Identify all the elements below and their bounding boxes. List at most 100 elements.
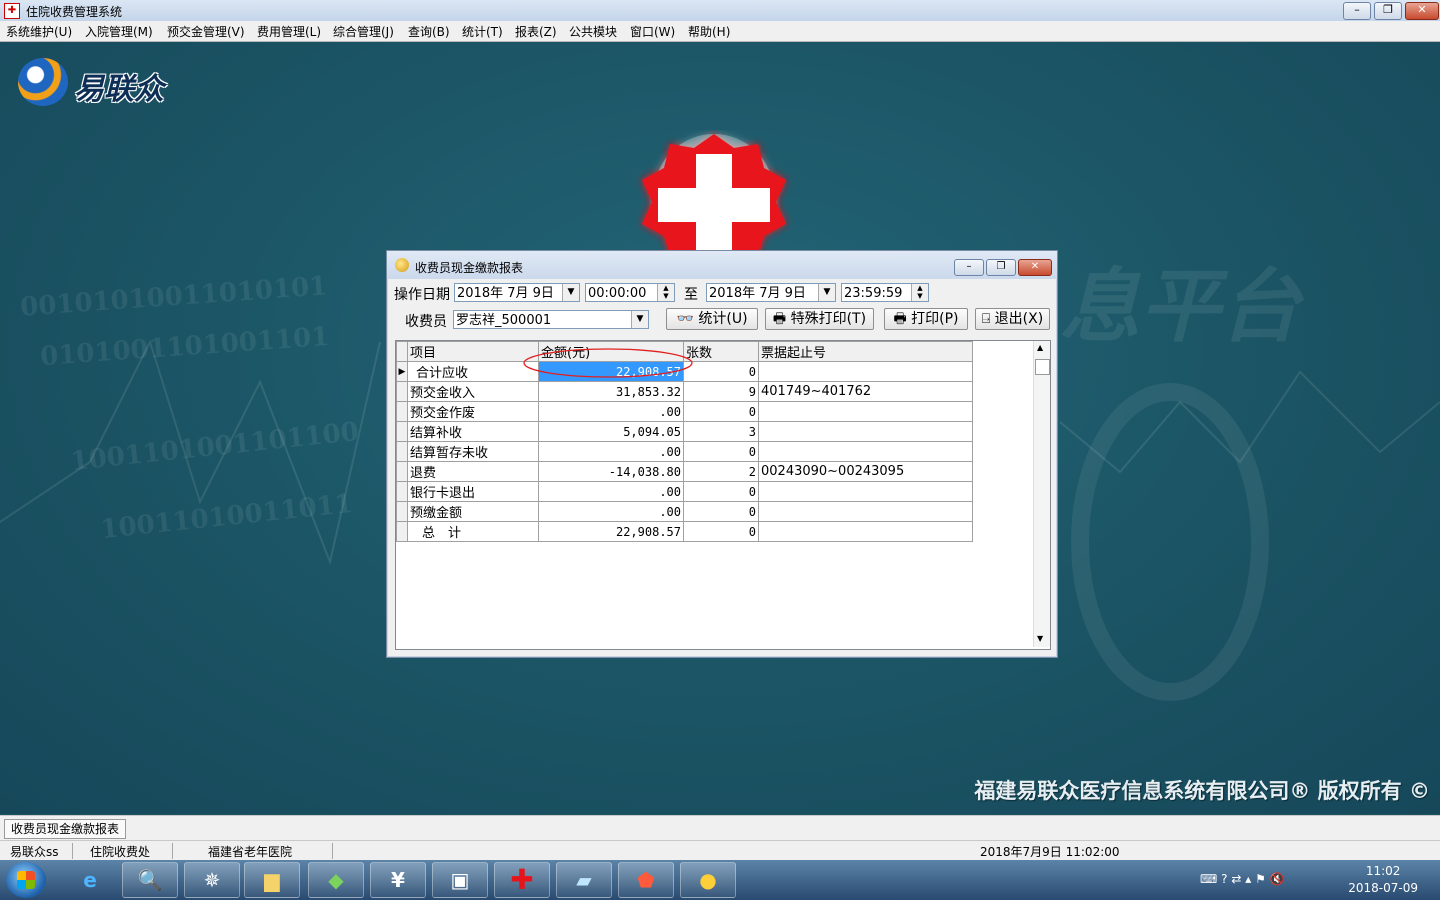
cell-range[interactable]: 00243090~00243095 <box>758 461 973 482</box>
help-icon[interactable]: ? <box>1221 872 1227 886</box>
taskbar-explorer[interactable]: ▆ <box>244 862 300 898</box>
cell-count[interactable]: 0 <box>683 401 759 422</box>
taskbar-app-yuan[interactable]: ¥ <box>370 862 426 898</box>
table-row[interactable]: 银行卡退出 .00 0 <box>396 481 973 502</box>
menu-admission[interactable]: 入院管理(M) <box>85 23 153 40</box>
end-date-picker[interactable]: 2018年 7月 9日 ▼ <box>706 283 836 302</box>
table-row[interactable]: 退费 -14,038.80 2 00243090~00243095 <box>396 461 973 482</box>
cell-amount[interactable]: .00 <box>538 481 684 502</box>
cell-item[interactable]: 结算暂存未收 <box>407 441 539 462</box>
cell-item[interactable]: 合计应收 <box>407 361 539 382</box>
table-row[interactable]: 结算补收 5,094.05 3 <box>396 421 973 442</box>
cell-count[interactable]: 9 <box>683 381 759 402</box>
cell-count[interactable]: 2 <box>683 461 759 482</box>
cell-range[interactable] <box>758 401 973 422</box>
cell-item[interactable]: 退费 <box>407 461 539 482</box>
volume-muted-icon[interactable]: 🔇 <box>1270 872 1285 886</box>
print-button[interactable]: 🖶 打印(P) <box>884 308 968 330</box>
taskbar-sql[interactable]: 🔍 <box>122 862 178 898</box>
cell-range[interactable] <box>758 481 973 502</box>
taskbar-compass[interactable]: ✵ <box>184 862 240 898</box>
taskbar-app-card[interactable]: ▰ <box>556 862 612 898</box>
cell-count[interactable]: 3 <box>683 421 759 442</box>
start-date-picker[interactable]: 2018年 7月 9日 ▼ <box>454 283 580 302</box>
cell-amount[interactable]: -14,038.80 <box>538 461 684 482</box>
taskbar-ie[interactable]: e <box>62 862 118 898</box>
keyboard-icon[interactable]: ⌨ <box>1200 872 1217 886</box>
special-print-button[interactable]: 🖶 特殊打印(T) <box>765 308 874 330</box>
spinner-icon[interactable]: ▲ ▼ <box>657 284 674 301</box>
spinner-icon[interactable]: ▲ ▼ <box>911 284 928 301</box>
scroll-down-icon[interactable]: ▼ <box>1037 634 1043 643</box>
taskbar-clock[interactable]: 11:02 2018-07-09 <box>1348 864 1418 895</box>
cell-amount[interactable]: 22,908.57 <box>538 521 684 542</box>
chevron-down-icon[interactable]: ▼ <box>562 284 579 301</box>
cell-range[interactable]: 401749~401762 <box>758 381 973 402</box>
table-row[interactable]: 结算暂存未收 .00 0 <box>396 441 973 462</box>
cell-amount[interactable]: .00 <box>538 441 684 462</box>
menu-general[interactable]: 综合管理(J) <box>333 23 394 40</box>
table-row-total[interactable]: 总 计 22,908.57 0 <box>396 521 973 542</box>
cell-count[interactable]: 0 <box>683 441 759 462</box>
start-button[interactable] <box>6 862 46 898</box>
cell-amount[interactable]: 5,094.05 <box>538 421 684 442</box>
cell-item[interactable]: 银行卡退出 <box>407 481 539 502</box>
restore-button[interactable]: ❐ <box>1374 2 1402 20</box>
cell-amount[interactable]: 31,853.32 <box>538 381 684 402</box>
scroll-thumb[interactable] <box>1035 359 1050 375</box>
network-icon[interactable]: ⇄ <box>1231 872 1241 886</box>
cell-count[interactable]: 0 <box>683 521 759 542</box>
minimize-button[interactable]: – <box>1343 2 1371 20</box>
cell-amount[interactable]: .00 <box>538 501 684 522</box>
taskbar-app-coin[interactable]: ● <box>680 862 736 898</box>
menu-help[interactable]: 帮助(H) <box>688 23 730 40</box>
close-button[interactable]: ✕ <box>1405 2 1439 20</box>
grid-vertical-scrollbar[interactable]: ▲ ▼ <box>1033 341 1050 647</box>
chevron-down-icon[interactable]: ▼ <box>818 284 835 301</box>
cell-item[interactable]: 结算补收 <box>407 421 539 442</box>
stat-button[interactable]: 👓 统计(U) <box>666 308 758 330</box>
cell-range[interactable] <box>758 361 973 382</box>
table-row[interactable]: 预缴金额 .00 0 <box>396 501 973 522</box>
menu-query[interactable]: 查询(B) <box>408 23 450 40</box>
cell-item[interactable]: 总 计 <box>407 521 539 542</box>
menu-system-maintenance[interactable]: 系统维护(U) <box>6 23 72 40</box>
tray-expand-icon[interactable]: ▴ <box>1245 872 1251 886</box>
taskbar-app-green[interactable]: ◆ <box>308 862 364 898</box>
menu-prepayment[interactable]: 预交金管理(V) <box>167 23 245 40</box>
col-header-item[interactable]: 项目 <box>407 341 539 362</box>
dialog-restore-button[interactable]: ❐ <box>986 259 1016 276</box>
taskbar-hospital[interactable]: ✚ <box>494 862 550 898</box>
cell-range[interactable] <box>758 521 973 542</box>
cashier-select[interactable]: 罗志祥_500001 ▼ <box>453 310 649 329</box>
start-time-field[interactable]: 00:00:00 ▲ ▼ <box>585 283 675 302</box>
cell-range[interactable] <box>758 441 973 462</box>
table-row[interactable]: 预交金作废 .00 0 <box>396 401 973 422</box>
table-row[interactable]: 预交金收入 31,853.32 9 401749~401762 <box>396 381 973 402</box>
cell-range[interactable] <box>758 421 973 442</box>
scroll-up-icon[interactable]: ▲ <box>1037 343 1043 352</box>
cell-item[interactable]: 预交金收入 <box>407 381 539 402</box>
chevron-down-icon[interactable]: ▼ <box>631 311 648 328</box>
end-time-field[interactable]: 23:59:59 ▲ ▼ <box>841 283 929 302</box>
cell-count[interactable]: 0 <box>683 481 759 502</box>
report-grid[interactable]: 项目 金额(元) 张数 票据起止号 ▶ 合计应收 22,908.57 0 预交金… <box>395 340 1051 650</box>
menu-reports[interactable]: 报表(Z) <box>515 23 557 40</box>
cell-range[interactable] <box>758 501 973 522</box>
col-header-range[interactable]: 票据起止号 <box>758 341 973 362</box>
dialog-close-button[interactable]: ✕ <box>1018 259 1052 276</box>
cell-item[interactable]: 预缴金额 <box>407 501 539 522</box>
menu-fees[interactable]: 费用管理(L) <box>257 23 321 40</box>
menu-window[interactable]: 窗口(W) <box>630 23 675 40</box>
cell-item[interactable]: 预交金作废 <box>407 401 539 422</box>
mdi-tab-cash-report[interactable]: 收费员现金缴款报表 <box>4 819 127 839</box>
menu-common[interactable]: 公共模块 <box>569 23 617 40</box>
cell-count[interactable]: 0 <box>683 501 759 522</box>
cell-amount[interactable]: .00 <box>538 401 684 422</box>
menu-statistics[interactable]: 统计(T) <box>462 23 503 40</box>
dialog-minimize-button[interactable]: – <box>954 259 984 276</box>
flag-icon[interactable]: ⚑ <box>1255 872 1266 886</box>
exit-button[interactable]: ⍈ 退出(X) <box>975 308 1050 330</box>
taskbar-app-red[interactable]: ⬟ <box>618 862 674 898</box>
taskbar-app-id[interactable]: ▣ <box>432 862 488 898</box>
